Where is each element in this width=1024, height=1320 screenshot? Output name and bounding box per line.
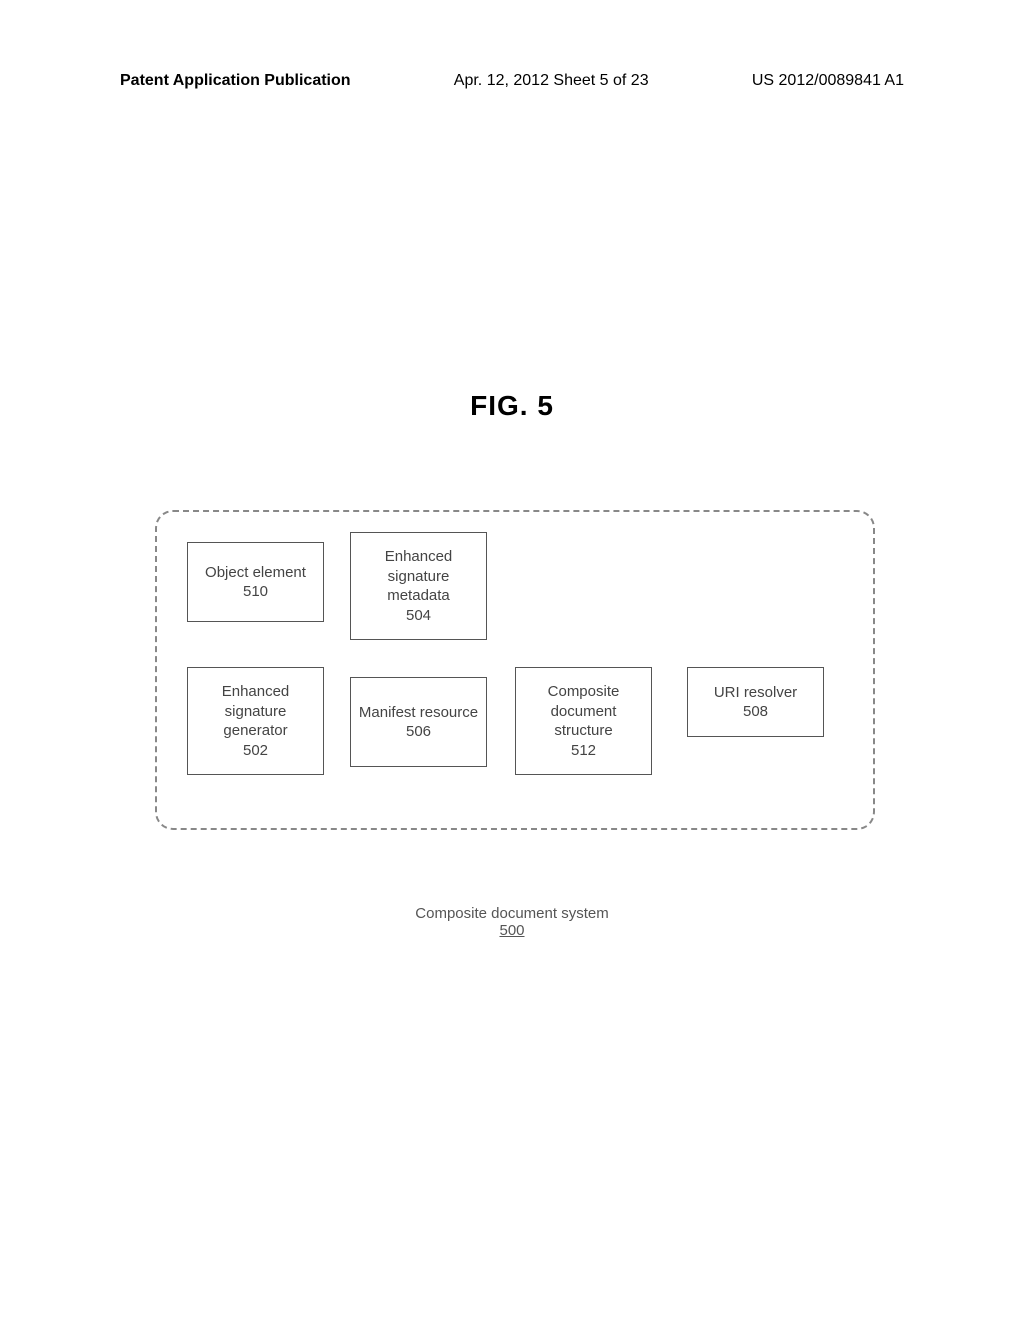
header-right: US 2012/0089841 A1 — [752, 72, 904, 90]
diagram-caption: Composite document system 500 — [415, 905, 608, 939]
block-object-element: Object element 510 — [187, 542, 324, 622]
block-number: 504 — [406, 606, 431, 626]
caption-label: Composite document system — [415, 905, 608, 922]
diagram-container: Object element 510 Enhanced signature me… — [155, 510, 875, 830]
figure-title: FIG. 5 — [470, 390, 554, 422]
block-composite-document-structure: Composite document structure 512 — [515, 667, 652, 775]
block-label: Enhanced signature generator — [194, 682, 317, 741]
block-label: URI resolver — [714, 683, 797, 703]
header-left: Patent Application Publication — [120, 72, 351, 90]
block-enhanced-signature-generator: Enhanced signature generator 502 — [187, 667, 324, 775]
block-uri-resolver: URI resolver 508 — [687, 667, 824, 737]
block-label: Manifest resource — [359, 703, 478, 723]
block-label: Composite document structure — [522, 682, 645, 741]
block-label: Object element — [205, 563, 306, 583]
block-number: 512 — [571, 741, 596, 761]
block-number: 506 — [406, 722, 431, 742]
header-center: Apr. 12, 2012 Sheet 5 of 23 — [454, 72, 649, 90]
block-number: 510 — [243, 582, 268, 602]
block-enhanced-signature-metadata: Enhanced signature metadata 504 — [350, 532, 487, 640]
page-header: Patent Application Publication Apr. 12, … — [120, 72, 904, 90]
block-manifest-resource: Manifest resource 506 — [350, 677, 487, 767]
block-number: 508 — [743, 702, 768, 722]
caption-number: 500 — [415, 922, 608, 939]
block-number: 502 — [243, 741, 268, 761]
block-label: Enhanced signature metadata — [357, 547, 480, 606]
